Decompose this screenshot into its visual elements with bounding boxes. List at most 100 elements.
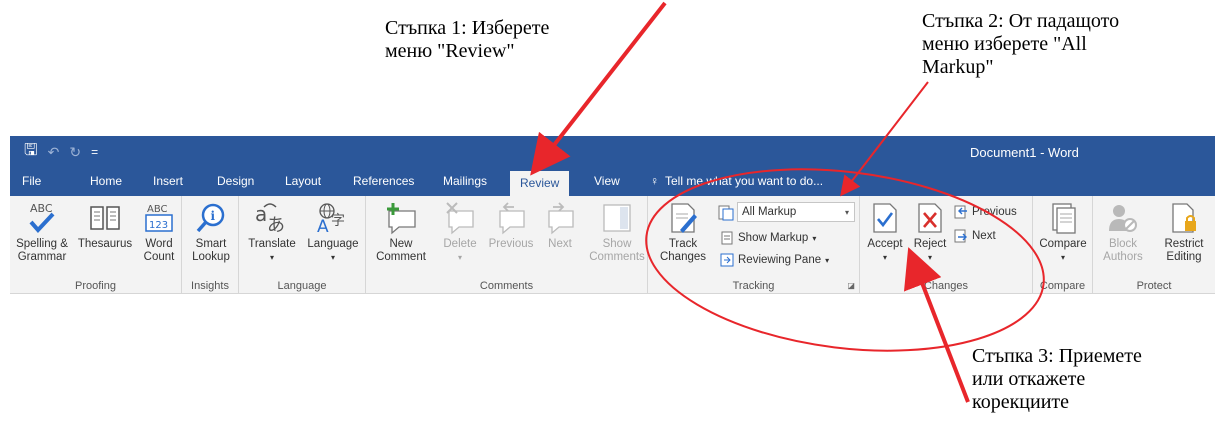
reviewing-pane-icon [720,253,734,267]
new-comment-icon [381,200,421,236]
tell-me-box[interactable]: ♀ Tell me what you want to do... [650,174,823,188]
word-count-label-1: Word [145,238,173,250]
next-comment-icon [540,200,580,236]
spelling-check-icon: ABC [22,200,62,236]
show-markup-label: Show Markup [738,232,809,244]
next-comment-label: Next [548,238,572,250]
document-title: Document1 - Word [970,145,1079,160]
word-count-icon: ABC 123 [139,200,179,236]
ribbon-review: ABC Spelling & Grammar Thesaurus ABC 123… [10,196,1215,294]
previous-comment-icon [491,200,531,236]
smart-lookup-button[interactable]: i Smart Lookup [188,200,234,264]
translate-button[interactable]: a あ Translate ▾ [241,200,303,264]
word-count-label-2: Count [143,251,175,263]
reviewing-pane-label: Reviewing Pane [738,254,822,266]
svg-text:ABC: ABC [30,202,53,215]
svg-text:A: A [317,217,329,235]
language-label: Language [307,238,359,250]
previous-change-label: Previous [972,206,1017,218]
thesaurus-button[interactable]: Thesaurus [76,200,134,251]
new-comment-button[interactable]: New Comment [370,200,432,264]
language-button[interactable]: A 字 Language ▾ [303,200,363,264]
next-comment-button[interactable]: Next [540,200,580,251]
previous-change-icon [954,205,967,219]
redo-icon[interactable]: ↻ [69,144,81,161]
spelling-label-1: Spelling & [16,238,68,250]
customize-toolbar-icon[interactable]: = [91,145,98,159]
delete-comment-icon [440,200,480,236]
language-icon: A 字 [313,200,353,236]
reviewing-pane-chevron-icon: ▾ [825,255,830,265]
group-protect: Block Authors Restrict Editing Protect [1093,196,1215,294]
block-authors-icon [1103,200,1143,236]
show-comments-label-2: Comments [589,251,645,263]
spelling-grammar-button[interactable]: ABC Spelling & Grammar [12,200,72,264]
tab-mailings[interactable]: Mailings [443,174,487,188]
delete-comment-button[interactable]: Delete ▾ [438,200,482,264]
block-authors-button[interactable]: Block Authors [1095,200,1151,264]
translate-dropdown-icon: ▾ [269,253,274,262]
save-icon[interactable]: 🖫 [24,139,38,166]
reject-button[interactable]: Reject ▾ [908,200,952,264]
restrict-editing-label-1: Restrict [1164,238,1204,250]
show-markup-chevron-icon: ▾ [812,233,817,243]
accept-button[interactable]: Accept ▾ [862,200,908,264]
translate-label: Translate [248,238,296,250]
track-changes-label-1: Track [668,238,698,250]
track-changes-icon [663,200,703,236]
compare-label: Compare [1039,238,1087,250]
show-comments-button[interactable]: Show Comments [588,200,646,264]
undo-icon[interactable]: ↶ [48,144,60,161]
delete-comment-label: Delete [443,238,477,250]
accept-chevron-icon: ▾ [882,253,887,262]
svg-text:字: 字 [331,213,345,229]
tab-design[interactable]: Design [217,174,254,188]
tab-references[interactable]: References [353,174,414,188]
display-for-review-dropdown[interactable]: All Markup ▾ [737,202,855,222]
restrict-editing-icon [1164,200,1204,236]
group-compare: Compare ▾ Compare [1033,196,1093,294]
next-change-button[interactable]: Next [954,227,996,245]
delete-dropdown-icon: ▾ [457,253,462,262]
show-comments-label-1: Show [602,238,632,250]
tell-me-text: Tell me what you want to do... [665,174,824,188]
previous-change-button[interactable]: Previous [954,203,1017,221]
language-dropdown-icon: ▾ [330,253,335,262]
tab-insert[interactable]: Insert [153,174,183,188]
new-comment-label-1: New [389,238,413,250]
tab-review[interactable]: Review [510,171,570,196]
smart-lookup-icon: i [191,200,231,236]
track-changes-label-2: Changes [659,251,707,263]
show-markup-button[interactable]: Show Markup ▾ [720,229,816,247]
tab-home[interactable]: Home [90,174,122,188]
restrict-editing-button[interactable]: Restrict Editing [1155,200,1213,264]
group-label-tracking: Tracking [732,280,775,292]
compare-button[interactable]: Compare ▾ [1037,200,1089,264]
accept-label: Accept [867,238,903,250]
next-change-label: Next [972,230,996,242]
title-bar: 🖫 ↶ ↻ = Document1 - Word [10,136,1215,168]
show-comments-icon [597,200,637,236]
tracking-dialog-launcher-icon[interactable]: ◪ [847,281,855,290]
display-for-review-icon-wrap [718,204,734,222]
next-change-icon [954,229,967,243]
smart-lookup-label-1: Smart [195,238,227,250]
ribbon-tab-bar: File Home Insert Design Layout Reference… [10,168,1215,196]
tab-file[interactable]: File [22,174,41,188]
compare-chevron-icon: ▾ [1060,253,1065,262]
group-label-insights: Insights [191,280,229,292]
tab-layout[interactable]: Layout [285,174,321,188]
word-count-button[interactable]: ABC 123 Word Count [138,200,180,264]
previous-comment-button[interactable]: Previous [484,200,538,251]
reviewing-pane-button[interactable]: Reviewing Pane ▾ [720,251,829,269]
reject-chevron-icon: ▾ [927,253,932,262]
track-changes-button[interactable]: Track Changes [654,200,712,264]
group-comments: New Comment Delete ▾ Previous Next Show … [366,196,648,294]
annotation-step-2: Стъпка 2: От падащото меню изберете "All… [922,10,1120,78]
previous-comment-label: Previous [488,238,534,250]
show-markup-icon [721,231,733,245]
compare-icon [1043,200,1083,236]
svg-text:あ: あ [267,215,285,235]
tab-view[interactable]: View [594,174,620,188]
markup-chevron-down-icon: ▾ [844,207,849,217]
